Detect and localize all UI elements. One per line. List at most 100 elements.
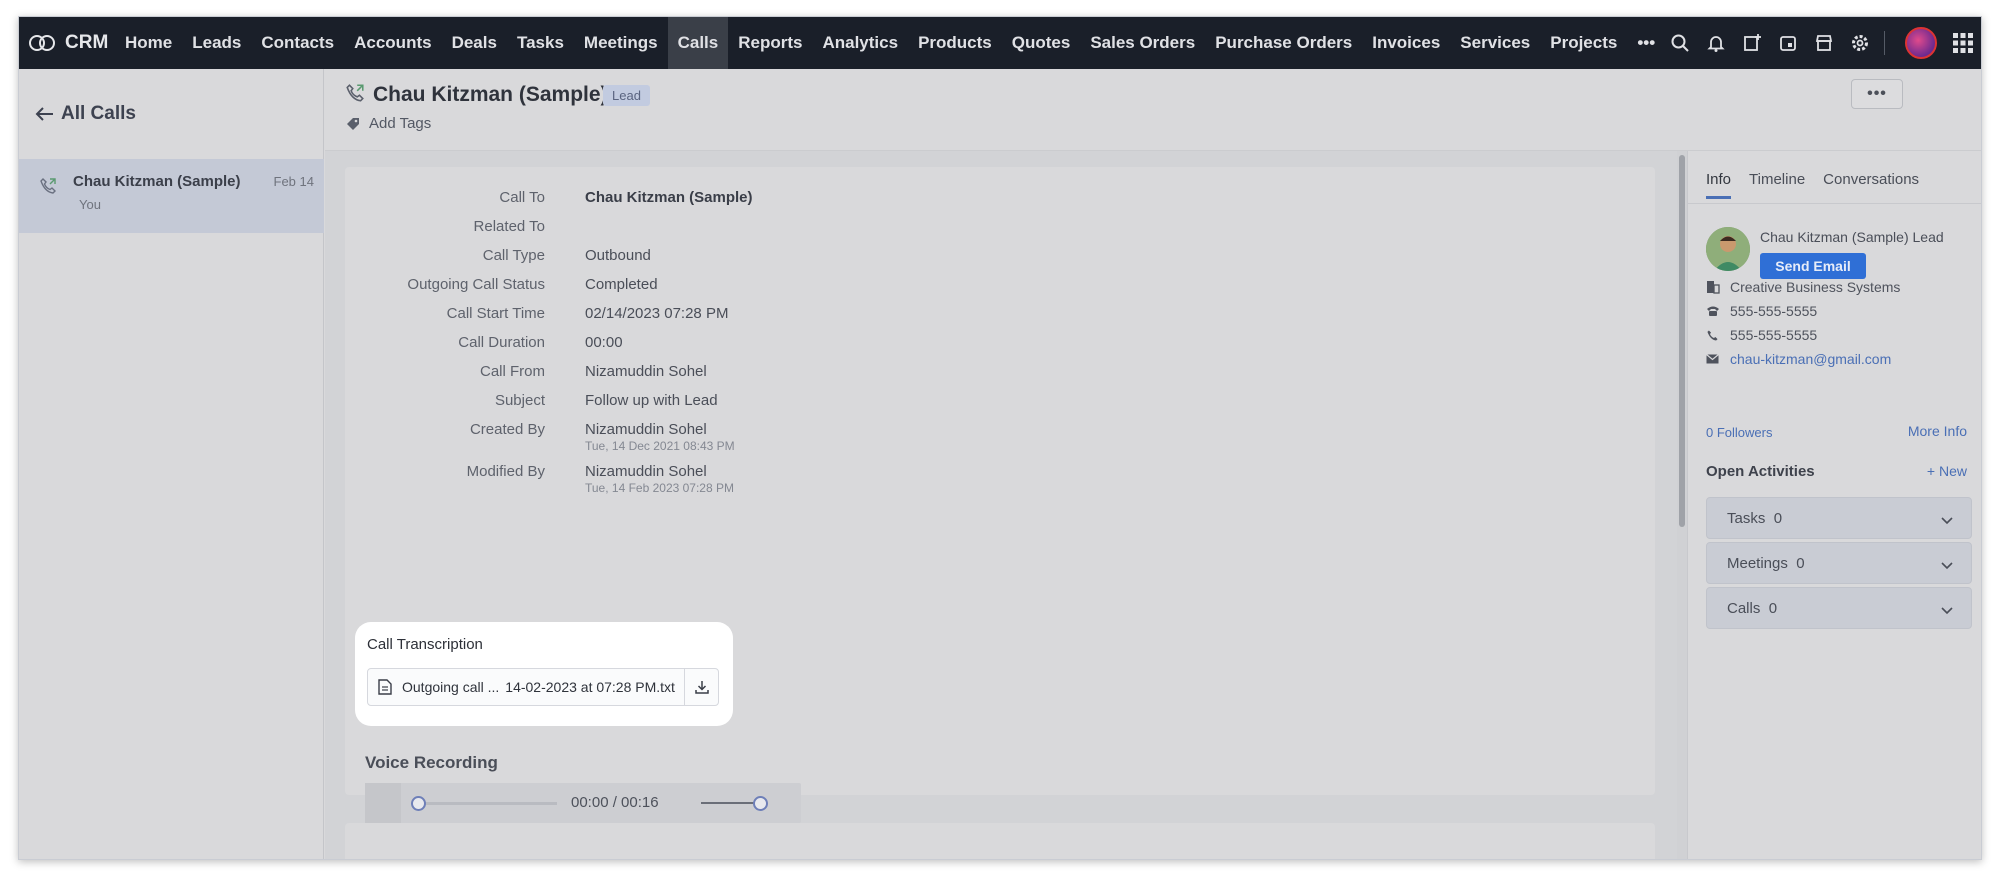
bell-icon[interactable] [1698,17,1734,69]
calls-list-panel: All Calls Chau Kitzman (Sample) Feb 14 Y… [19,69,324,859]
back-to-all-calls[interactable]: All Calls [35,103,136,125]
nav-invoices[interactable]: Invoices [1362,17,1450,69]
record-details-area: Call To Chau Kitzman (Sample) Related To… [325,151,1677,859]
add-tags-label: Add Tags [369,115,432,132]
lead-badge: Lead [603,85,650,106]
field-label-call-to: Call To [499,189,545,206]
nav-tasks[interactable]: Tasks [507,17,574,69]
tab-info[interactable]: Info [1706,171,1732,199]
tab-conversations[interactable]: Conversations [1823,171,1919,199]
followers-link[interactable]: 0 Followers [1706,425,1772,440]
nav-quotes[interactable]: Quotes [1002,17,1081,69]
activity-calls-label: Calls 0 [1727,600,1777,617]
send-email-button[interactable]: Send Email [1760,253,1866,279]
more-info-link[interactable]: More Info [1908,423,1967,439]
audio-player: 00:00 / 00:16 [365,783,801,823]
building-icon [1706,280,1730,294]
nav-projects[interactable]: Projects [1540,17,1627,69]
field-value-call-to[interactable]: Chau Kitzman (Sample) [585,189,753,206]
activity-meetings[interactable]: Meetings 0 [1706,542,1972,584]
add-tags-button[interactable]: Add Tags [345,115,431,132]
add-icon[interactable] [1734,17,1770,69]
audio-progress-track[interactable] [417,802,557,805]
contact-name[interactable]: Chau Kitzman (Sample) Lead [1760,229,1944,245]
download-button[interactable] [684,669,718,705]
play-button[interactable] [365,783,401,823]
email-link[interactable]: chau-kitzman@gmail.com [1730,351,1891,367]
field-value-call-from[interactable]: Nizamuddin Sohel [585,363,707,380]
gear-icon[interactable] [1842,17,1878,69]
tabs-divider [1688,203,1981,204]
nav-calls[interactable]: Calls [667,17,729,69]
top-navigation: CRM Home Leads Contacts Accounts Deals T… [19,17,1981,69]
nav-more-button[interactable]: ••• [1627,17,1665,69]
field-value-modified-by: Nizamuddin Sohel [585,463,707,480]
field-value-created-at: Tue, 14 Dec 2021 08:43 PM [585,439,735,453]
email-row: chau-kitzman@gmail.com [1706,351,1891,367]
nav-accounts[interactable]: Accounts [344,17,441,69]
page-title: Chau Kitzman (Sample) [373,83,608,106]
call-transcription-section: Call Transcription Outgoing call ... 14-0… [355,622,733,726]
field-value-call-type[interactable]: Outbound [585,247,651,264]
back-label: All Calls [61,103,136,124]
phone-number[interactable]: 555-555-5555 [1730,303,1817,319]
activity-calls[interactable]: Calls 0 [1706,587,1972,629]
mobile-row: 555-555-5555 [1706,327,1817,343]
nav-analytics[interactable]: Analytics [812,17,908,69]
activity-count: 0 [1768,600,1778,617]
activity-tasks-label: Tasks 0 [1727,510,1782,527]
crm-logo[interactable]: CRM [19,32,115,54]
volume-track[interactable] [701,802,757,804]
field-value-call-status[interactable]: Completed [585,276,658,293]
nav-meetings[interactable]: Meetings [574,17,668,69]
mail-icon [1706,354,1730,364]
transcription-file[interactable]: Outgoing call ... 14-02-2023 at 07:28 PM.… [367,668,719,706]
nav-services[interactable]: Services [1450,17,1540,69]
chevron-down-icon [1941,557,1953,575]
nav-products[interactable]: Products [908,17,1002,69]
outgoing-call-icon [39,177,57,200]
scrollbar-thumb[interactable] [1679,155,1685,527]
crm-logo-icon [29,34,59,52]
nav-leads[interactable]: Leads [182,17,251,69]
tag-icon [347,117,359,130]
nav-sales-orders[interactable]: Sales Orders [1080,17,1205,69]
voice-recording-title: Voice Recording [365,753,498,772]
mobile-number[interactable]: 555-555-5555 [1730,327,1817,343]
activity-tasks[interactable]: Tasks 0 [1706,497,1972,539]
volume-handle[interactable] [753,796,768,811]
nav-utilities [1662,17,1981,69]
user-avatar[interactable] [1905,27,1937,59]
field-value-subject[interactable]: Follow up with Lead [585,392,718,409]
list-item[interactable]: Chau Kitzman (Sample) Feb 14 You [19,159,324,233]
new-activity-button[interactable]: + New [1927,463,1967,479]
nav-deals[interactable]: Deals [442,17,507,69]
tab-timeline[interactable]: Timeline [1749,171,1805,199]
activity-meetings-label: Meetings 0 [1727,555,1805,572]
more-actions-button[interactable]: ••• [1851,79,1903,109]
activity-count: 0 [1773,510,1783,527]
nav-home[interactable]: Home [115,17,182,69]
nav-reports[interactable]: Reports [728,17,812,69]
activity-label: Tasks [1727,510,1766,527]
calendar-icon[interactable] [1770,17,1806,69]
field-label-call-status: Outgoing Call Status [407,276,545,293]
record-header: Chau Kitzman (Sample) Lead Add Tags ••• [325,69,1981,151]
audio-progress-handle[interactable] [411,796,426,811]
apps-grid-icon[interactable] [1945,17,1981,69]
store-icon[interactable] [1806,17,1842,69]
search-icon[interactable] [1662,17,1698,69]
nav-contacts[interactable]: Contacts [251,17,344,69]
main-scrollbar[interactable] [1677,151,1687,859]
field-label-start-time: Call Start Time [446,305,545,322]
file-name-suffix: 14-02-2023 at 07:28 PM.txt [505,679,675,695]
outgoing-call-icon [345,83,365,108]
field-value-start-time[interactable]: 02/14/2023 07:28 PM [585,305,728,322]
field-label-modified-by: Modified By [466,463,545,480]
contact-avatar [1706,227,1750,271]
nav-purchase-orders[interactable]: Purchase Orders [1205,17,1362,69]
field-label-call-from: Call From [479,363,545,380]
sidebar-tabs: Info Timeline Conversations [1706,171,1937,199]
phone-icon [1706,329,1730,342]
field-value-duration[interactable]: 00:00 [585,334,623,351]
